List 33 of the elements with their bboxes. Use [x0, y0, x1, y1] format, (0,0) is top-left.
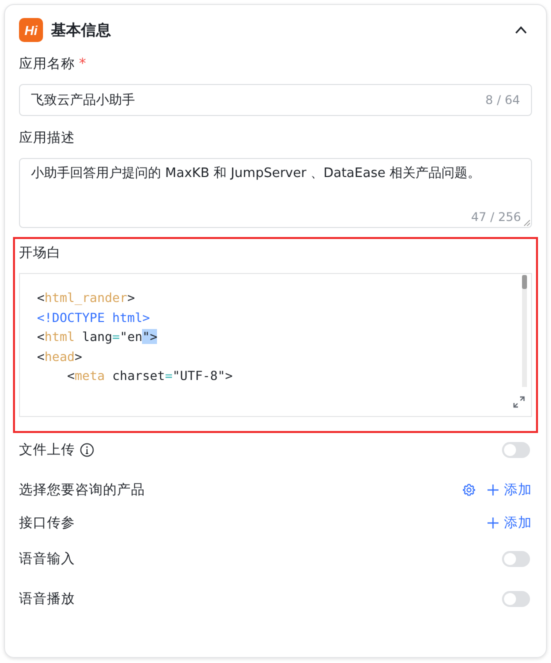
- toggle-switch[interactable]: [502, 551, 530, 567]
- char-count: 8 / 64: [485, 93, 520, 107]
- toggle-switch[interactable]: [502, 442, 530, 458]
- logo-icon: Hi: [19, 18, 43, 42]
- name-field[interactable]: 飞致云产品小助手 8 / 64: [19, 84, 532, 116]
- add-button[interactable]: 添加: [487, 480, 532, 498]
- plus-icon: [487, 516, 499, 528]
- char-count: 47 / 256: [471, 210, 521, 224]
- panel-title: 基本信息: [51, 20, 112, 40]
- scrollbar[interactable]: [522, 275, 527, 387]
- setting-label: 语音播放: [19, 590, 75, 608]
- settings-icon[interactable]: [462, 482, 476, 496]
- code-line: <head>: [37, 348, 82, 366]
- setting-label: 选择您要咨询的产品: [19, 480, 145, 498]
- required-mark: *: [79, 56, 86, 72]
- description-field[interactable]: 小助手回答用户提问的 MaxKB 和 JumpServer 、DataEase 相关产品问题。 47 / 256: [19, 158, 532, 228]
- code-line: <meta charset="UTF-8">: [66, 367, 233, 385]
- setting-label: 语音输入: [19, 550, 75, 568]
- info-icon[interactable]: [80, 443, 94, 457]
- plus-icon: [487, 484, 499, 496]
- code-editor[interactable]: <html_rander> <!DOCTYPE html> <html lang="en"> <head> <meta charset="UTF-8">: [19, 273, 532, 417]
- code-line: <html lang="en">: [37, 328, 158, 346]
- setting-label: 文件上传: [19, 441, 75, 459]
- field-label: 开场白: [19, 244, 61, 262]
- code-line: <html_rander>: [37, 289, 135, 307]
- expand-icon[interactable]: [513, 396, 525, 408]
- toggle-switch[interactable]: [502, 591, 530, 607]
- field-label: 应用描述: [19, 129, 75, 147]
- add-button[interactable]: 添加: [487, 514, 532, 532]
- resize-handle-icon[interactable]: [524, 220, 530, 226]
- code-line: <!DOCTYPE html>: [37, 308, 150, 326]
- setting-label: 接口传参: [19, 514, 75, 532]
- field-label: 应用名称: [19, 55, 75, 73]
